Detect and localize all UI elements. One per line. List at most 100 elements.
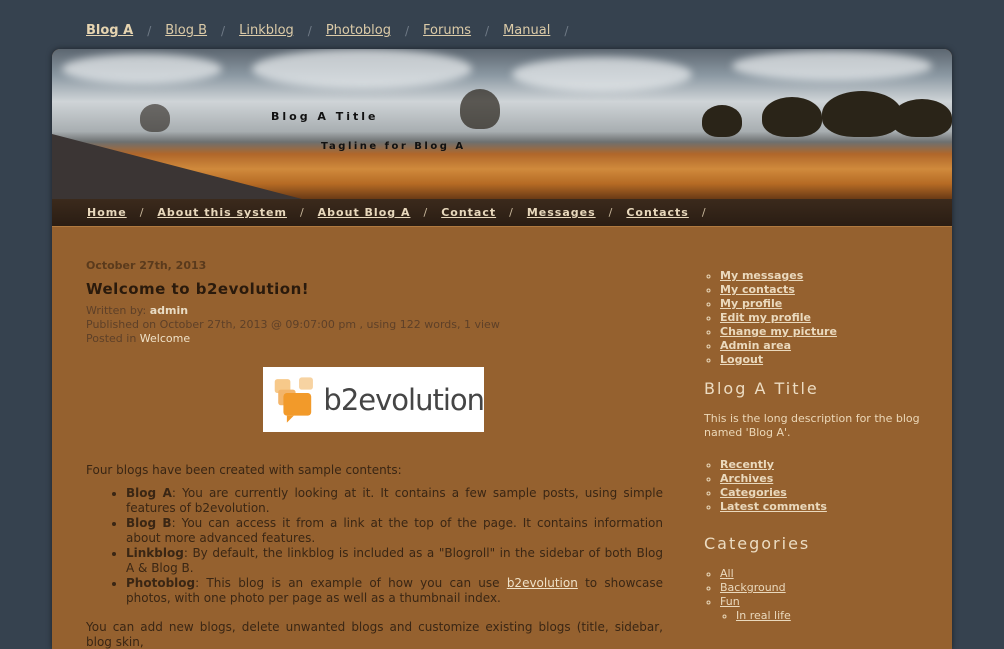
subcategories-list: In real life (720, 609, 944, 623)
menu-home[interactable]: Home (87, 206, 127, 219)
post-published: Published on October 27th, 2013 @ 09:07:… (86, 318, 500, 331)
header-banner: Blog A Title Tagline for Blog A (52, 49, 952, 199)
logout-link[interactable]: Logout (720, 353, 763, 366)
item-text: : By default, the linkblog is included a… (126, 546, 663, 575)
category-all-link[interactable]: All (720, 567, 734, 580)
list-item: Background (720, 581, 944, 595)
list-item: All (720, 567, 944, 581)
menu-about-system[interactable]: About this system (157, 206, 287, 219)
category-in-real-life-link[interactable]: In real life (736, 609, 791, 622)
menu-contact[interactable]: Contact (441, 206, 496, 219)
edit-profile-link[interactable]: Edit my profile (720, 311, 811, 324)
sidebar-blog-description: This is the long description for the blo… (704, 412, 920, 439)
separator: / (701, 206, 707, 219)
post-author[interactable]: admin (150, 304, 188, 317)
item-text: : You can access it from a link at the t… (126, 516, 663, 545)
blog-tab-forums[interactable]: Forums (423, 23, 471, 38)
my-profile-link[interactable]: My profile (720, 297, 782, 310)
item-name: Blog A (126, 486, 172, 500)
nav-links: Recently Archives Categories Latest comm… (704, 458, 944, 514)
separator: / (221, 23, 226, 38)
separator: / (423, 206, 429, 219)
my-contacts-link[interactable]: My contacts (720, 283, 795, 296)
list-item: Linkblog: By default, the linkblog is in… (126, 546, 663, 576)
category-background-link[interactable]: Background (720, 581, 786, 594)
list-item: Categories (720, 486, 944, 500)
blog-tab-linkblog[interactable]: Linkblog (239, 23, 294, 38)
road-graphic (52, 134, 302, 199)
blog-tab-photoblog[interactable]: Photoblog (326, 23, 391, 38)
list-item: Blog B: You can access it from a link at… (126, 516, 663, 546)
sidebar-categories-heading: Categories (704, 534, 811, 553)
menu-messages[interactable]: Messages (527, 206, 596, 219)
post-content: Four blogs have been created with sample… (86, 463, 663, 649)
item-name: Linkblog (126, 546, 184, 560)
b2evolution-logo: b2evolution (263, 367, 485, 432)
cloud (62, 54, 222, 84)
item-name: Blog B (126, 516, 172, 530)
chat-bubbles-icon (274, 376, 313, 423)
list-item: In real life (736, 609, 944, 623)
blogs-list: Blog A: You are currently looking at it.… (86, 486, 663, 606)
admin-area-link[interactable]: Admin area (720, 339, 791, 352)
post-outro: You can add new blogs, delete unwanted b… (86, 620, 663, 649)
separator: / (147, 23, 152, 38)
blog-tab-manual[interactable]: Manual (503, 23, 550, 38)
list-item: Recently (720, 458, 944, 472)
separator: / (608, 206, 614, 219)
logo-text: b2evolution (323, 382, 485, 417)
list-item: Logout (720, 353, 944, 367)
menu-contacts[interactable]: Contacts (626, 206, 688, 219)
separator: / (139, 206, 145, 219)
post-meta: Written by: admin Published on October 2… (86, 304, 663, 346)
categories-link[interactable]: Categories (720, 486, 787, 499)
blog-tagline: Tagline for Blog A (321, 141, 466, 152)
post-date: October 27th, 2013 (86, 259, 207, 272)
list-item: My messages (720, 269, 944, 283)
latest-comments-link[interactable]: Latest comments (720, 500, 827, 513)
list-item: Fun In real life (720, 595, 944, 623)
main-menu: Home / About this system / About Blog A … (52, 199, 952, 227)
sidebar: My messages My contacts My profile Edit … (704, 269, 944, 623)
item-text: : You are currently looking at it. It co… (126, 486, 663, 515)
cloud (732, 51, 932, 81)
list-item: Admin area (720, 339, 944, 353)
tree (460, 89, 500, 129)
post-title[interactable]: Welcome to b2evolution! (86, 280, 663, 298)
blog-title[interactable]: Blog A Title (271, 110, 379, 123)
sidebar-blog-heading: Blog A Title (704, 379, 819, 398)
post-category-link[interactable]: Welcome (140, 332, 190, 345)
separator: / (307, 23, 312, 38)
separator: / (299, 206, 305, 219)
category-fun-link[interactable]: Fun (720, 595, 740, 608)
separator: / (485, 23, 490, 38)
list-item: My contacts (720, 283, 944, 297)
written-by-label: Written by: (86, 304, 147, 317)
list-item: Photoblog: This blog is an example of ho… (126, 576, 663, 606)
recently-link[interactable]: Recently (720, 458, 774, 471)
item-name: Photoblog (126, 576, 196, 590)
categories-list: All Background Fun In real life (704, 567, 944, 623)
archives-link[interactable]: Archives (720, 472, 773, 485)
treeline (652, 87, 952, 137)
user-links: My messages My contacts My profile Edit … (704, 269, 944, 367)
separator: / (564, 23, 569, 38)
blog-tab-a[interactable]: Blog A (86, 23, 133, 38)
menu-about-blog[interactable]: About Blog A (318, 206, 411, 219)
separator: / (405, 23, 410, 38)
blog-tabs: Blog A / Blog B / Linkblog / Photoblog /… (86, 23, 582, 38)
list-item: Archives (720, 472, 944, 486)
tree (140, 104, 170, 132)
cloud (252, 49, 472, 89)
list-item: Latest comments (720, 500, 944, 514)
change-picture-link[interactable]: Change my picture (720, 325, 837, 338)
blog-tab-b[interactable]: Blog B (165, 23, 207, 38)
page-container: Blog A Title Tagline for Blog A Home / A… (52, 49, 952, 649)
post: October 27th, 2013 Welcome to b2evolutio… (86, 259, 663, 649)
list-item: Edit my profile (720, 311, 944, 325)
item-text: : This blog is an example of how you can… (195, 576, 507, 590)
b2evolution-link[interactable]: b2evolution (507, 576, 578, 590)
list-item: My profile (720, 297, 944, 311)
posted-in-label: Posted in (86, 332, 137, 345)
my-messages-link[interactable]: My messages (720, 269, 803, 282)
